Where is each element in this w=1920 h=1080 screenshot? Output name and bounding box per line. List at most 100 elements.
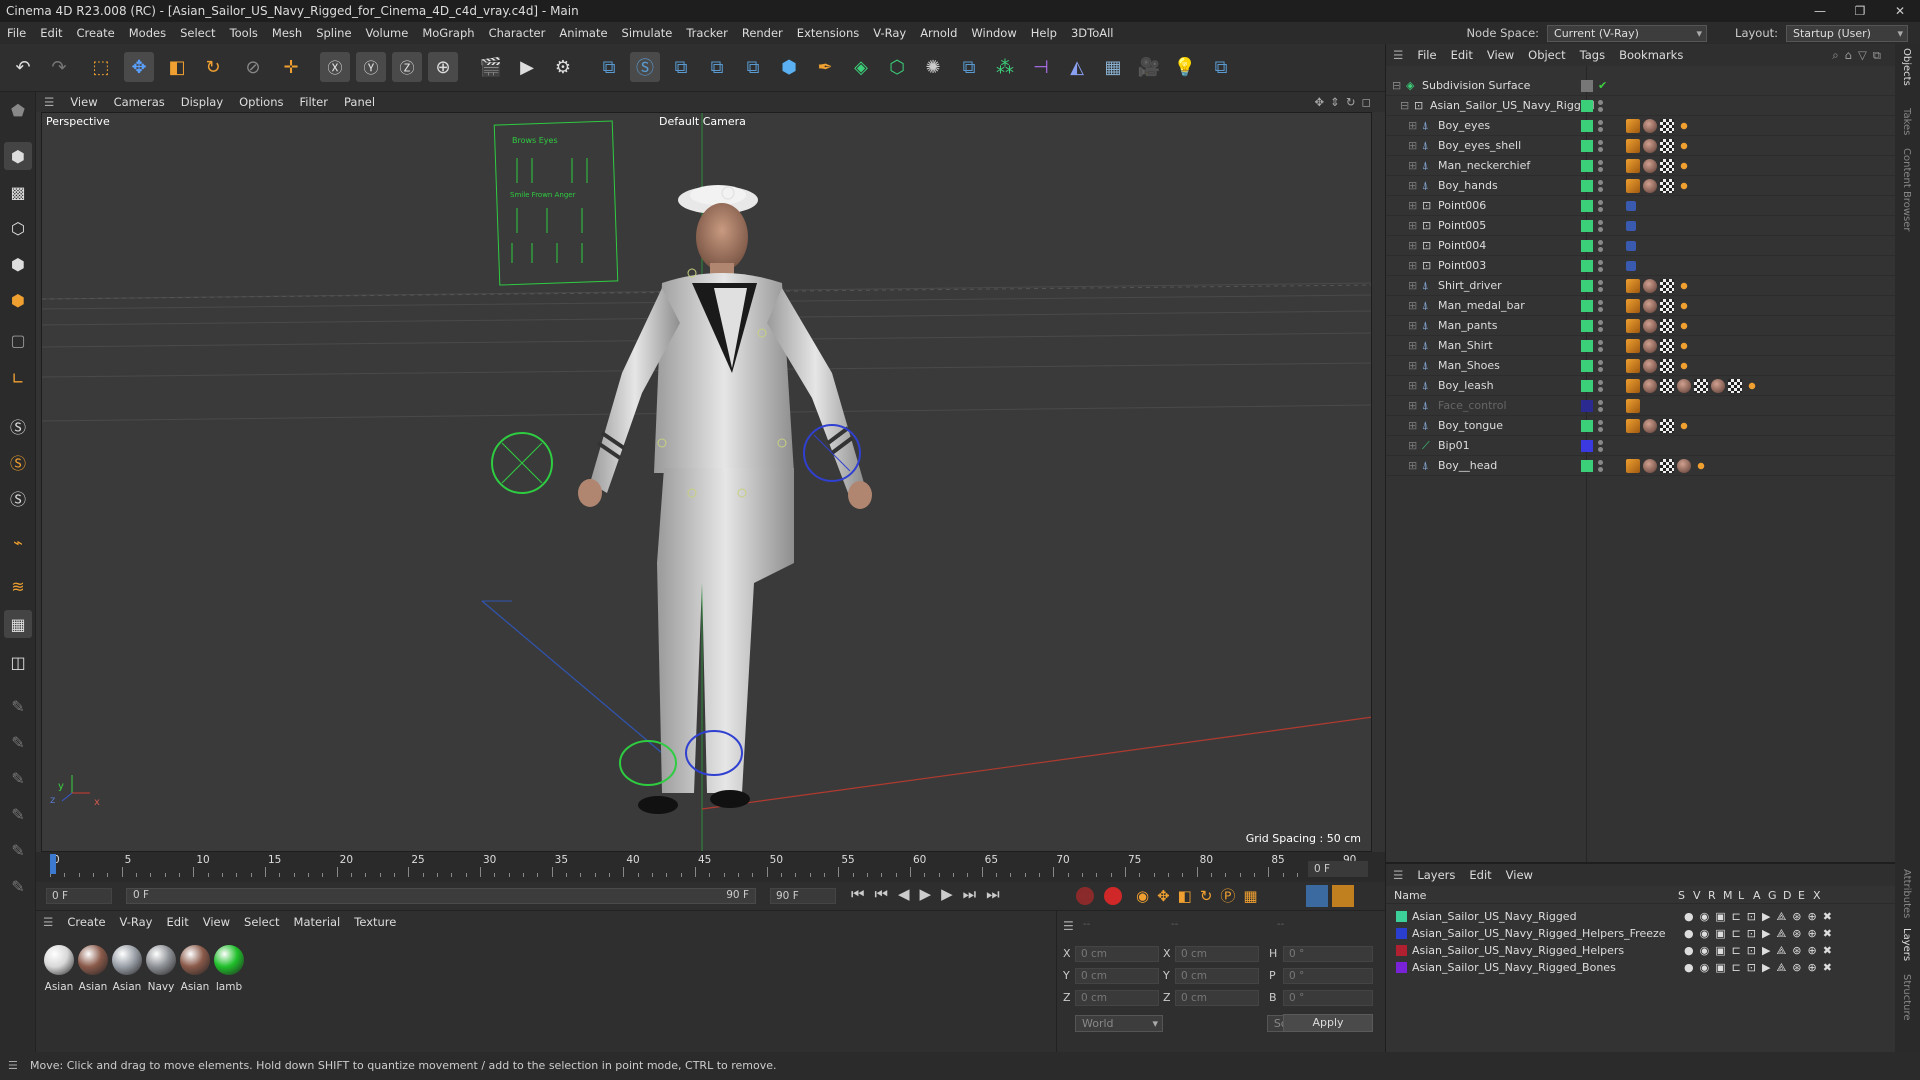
menu-spline[interactable]: Spline	[309, 22, 358, 44]
recent-tools-icon[interactable]: ⊘	[238, 52, 268, 82]
object-row[interactable]: ⊞ ⍋ Boy_eyes_shell	[1386, 136, 1896, 156]
weight-tag-icon[interactable]	[1677, 299, 1691, 313]
layer-swatch[interactable]	[1581, 260, 1593, 272]
quantize-icon[interactable]: Ⓢ	[4, 484, 32, 512]
menu-tracker[interactable]: Tracker	[679, 22, 735, 44]
object-row[interactable]: ⊞ ⊡ Point004	[1386, 236, 1896, 256]
material-tag-icon[interactable]	[1643, 359, 1657, 373]
status-menu-icon[interactable]: ☰	[8, 1052, 18, 1080]
layer-swatch[interactable]	[1581, 440, 1593, 452]
layer-swatch[interactable]	[1581, 380, 1593, 392]
snap-settings-icon[interactable]: Ⓢ	[4, 448, 32, 476]
object-row[interactable]: ⊞ ⍋ Man_Shirt	[1386, 336, 1896, 356]
layer-row[interactable]: Asian_Sailor_US_Navy_Rigged_Helpers_Free…	[1396, 925, 1886, 942]
material-tag-icon[interactable]	[1660, 319, 1674, 333]
material-tag-icon[interactable]	[1660, 359, 1674, 373]
coord-system-dropdown[interactable]: World	[1075, 1015, 1163, 1032]
render-visibility-dot[interactable]	[1598, 427, 1603, 432]
expand-icon[interactable]: ⊞	[1408, 316, 1417, 336]
viewport-menu-display[interactable]: Display	[173, 92, 231, 112]
material-tag-icon[interactable]	[1643, 459, 1657, 473]
material-tag-icon[interactable]	[1660, 339, 1674, 353]
material-tag-icon[interactable]	[1728, 379, 1742, 393]
phong-tag-icon[interactable]	[1626, 279, 1640, 293]
object-row[interactable]: ⊞ ⍋ Man_Shoes	[1386, 356, 1896, 376]
editor-visibility-dot[interactable]	[1598, 420, 1603, 425]
material-tag-icon[interactable]	[1660, 379, 1674, 393]
python-script-4-icon[interactable]: ⧉	[738, 52, 768, 82]
phong-tag-icon[interactable]	[1626, 359, 1640, 373]
menu-extensions[interactable]: Extensions	[790, 22, 866, 44]
material-tag-icon[interactable]	[1643, 319, 1657, 333]
edges-mode-icon[interactable]: ⬢	[4, 250, 32, 278]
material-tag-icon[interactable]	[1643, 159, 1657, 173]
editor-visibility-dot[interactable]	[1598, 400, 1603, 405]
render-view-icon[interactable]: 🎬	[476, 52, 506, 82]
field-icon[interactable]: ◭	[1062, 52, 1092, 82]
make-editable-icon[interactable]: ⬟	[4, 96, 32, 124]
object-row[interactable]: ⊞ ⍋ Boy_eyes	[1386, 116, 1896, 136]
expand-icon[interactable]: ⊞	[1408, 196, 1417, 216]
rotate-tool-icon[interactable]: ↻	[198, 52, 228, 82]
tab-objects[interactable]: Objects	[1901, 48, 1912, 86]
render-visibility-dot[interactable]	[1598, 287, 1603, 292]
material-menu-vray[interactable]: V-Ray	[113, 911, 160, 933]
layout-dropdown[interactable]: Startup (User)	[1786, 24, 1908, 42]
editor-visibility-dot[interactable]	[1598, 120, 1603, 125]
render-visibility-dot[interactable]	[1598, 147, 1603, 152]
autokey-icon[interactable]	[1104, 887, 1122, 905]
live-selection-icon[interactable]: ⬚	[86, 52, 116, 82]
phong-tag-icon[interactable]	[1626, 339, 1640, 353]
object-row[interactable]: ⊞ ⍋ Face_control	[1386, 396, 1896, 416]
material-tag-icon[interactable]	[1694, 379, 1708, 393]
object-row[interactable]: ⊞ ⍋ Man_pants	[1386, 316, 1896, 336]
object-menu-file[interactable]: File	[1410, 44, 1443, 66]
render-visibility-dot[interactable]	[1598, 187, 1603, 192]
current-frame-field[interactable]: 0 F	[1308, 861, 1368, 877]
weight-tag-icon[interactable]	[1677, 179, 1691, 193]
coord-menu-icon[interactable]: ☰	[1063, 919, 1074, 933]
material-tag-icon[interactable]	[1677, 459, 1691, 473]
material-tag-icon[interactable]	[1643, 179, 1657, 193]
perspective-viewport[interactable]: Brows Eyes Smile Frown Anger Perspective…	[41, 112, 1372, 852]
material-tag-icon[interactable]	[1643, 339, 1657, 353]
material-swatch[interactable]	[146, 945, 176, 975]
material-tag-icon[interactable]	[1711, 379, 1725, 393]
tab-content-browser[interactable]: Content Browser	[1901, 148, 1912, 231]
expand-icon[interactable]: ⊞	[1408, 456, 1417, 476]
collapse-icon[interactable]: ⊟	[1400, 96, 1409, 116]
layer-swatch[interactable]	[1581, 360, 1593, 372]
render-visibility-dot[interactable]	[1598, 407, 1603, 412]
material-tag-icon[interactable]	[1660, 279, 1674, 293]
material-tag-icon[interactable]	[1643, 419, 1657, 433]
editor-visibility-dot[interactable]	[1598, 300, 1603, 305]
material-tag-icon[interactable]	[1643, 139, 1657, 153]
object-row[interactable]: ⊞ ⊡ Point006	[1386, 196, 1896, 216]
expand-icon[interactable]: ⊞	[1408, 236, 1417, 256]
layer-swatch[interactable]	[1581, 320, 1593, 332]
expand-icon[interactable]: ⊞	[1408, 216, 1417, 236]
layer-swatch[interactable]	[1581, 340, 1593, 352]
phong-tag-icon[interactable]	[1626, 179, 1640, 193]
pen-spline-icon[interactable]: ✒	[810, 52, 840, 82]
viewport-menu-cameras[interactable]: Cameras	[106, 92, 173, 112]
light-icon[interactable]: 💡	[1170, 52, 1200, 82]
layer-toggle-icons[interactable]: ●◉▣⊏⊡▶⟁⊛⊕✖	[1684, 959, 1838, 976]
material-menu-view[interactable]: View	[196, 911, 237, 933]
expand-icon[interactable]: ⊞	[1408, 376, 1417, 396]
editor-visibility-dot[interactable]	[1598, 280, 1603, 285]
layer-color-swatch[interactable]	[1396, 945, 1407, 956]
menu-render[interactable]: Render	[735, 22, 790, 44]
object-menu-bookmarks[interactable]: Bookmarks	[1612, 44, 1690, 66]
polygons-mode-icon[interactable]: ⬢	[4, 286, 32, 314]
menu-animate[interactable]: Animate	[552, 22, 614, 44]
object-row[interactable]: ⊞ ⍋ Boy_tongue	[1386, 416, 1896, 436]
weight-tag-icon[interactable]	[1745, 379, 1759, 393]
move-tool-icon[interactable]: ✥	[124, 52, 154, 82]
menu-select[interactable]: Select	[173, 22, 222, 44]
key-type-icons[interactable]: ◉✥◧↻Ⓟ▦	[1136, 885, 1266, 906]
layer-swatch[interactable]	[1581, 200, 1593, 212]
layer-row[interactable]: Asian_Sailor_US_Navy_Rigged_Helpers ●◉▣⊏⊡…	[1396, 942, 1886, 959]
object-row[interactable]: ⊞ ⍋ Boy_leash	[1386, 376, 1896, 396]
material-tag-icon[interactable]	[1677, 379, 1691, 393]
